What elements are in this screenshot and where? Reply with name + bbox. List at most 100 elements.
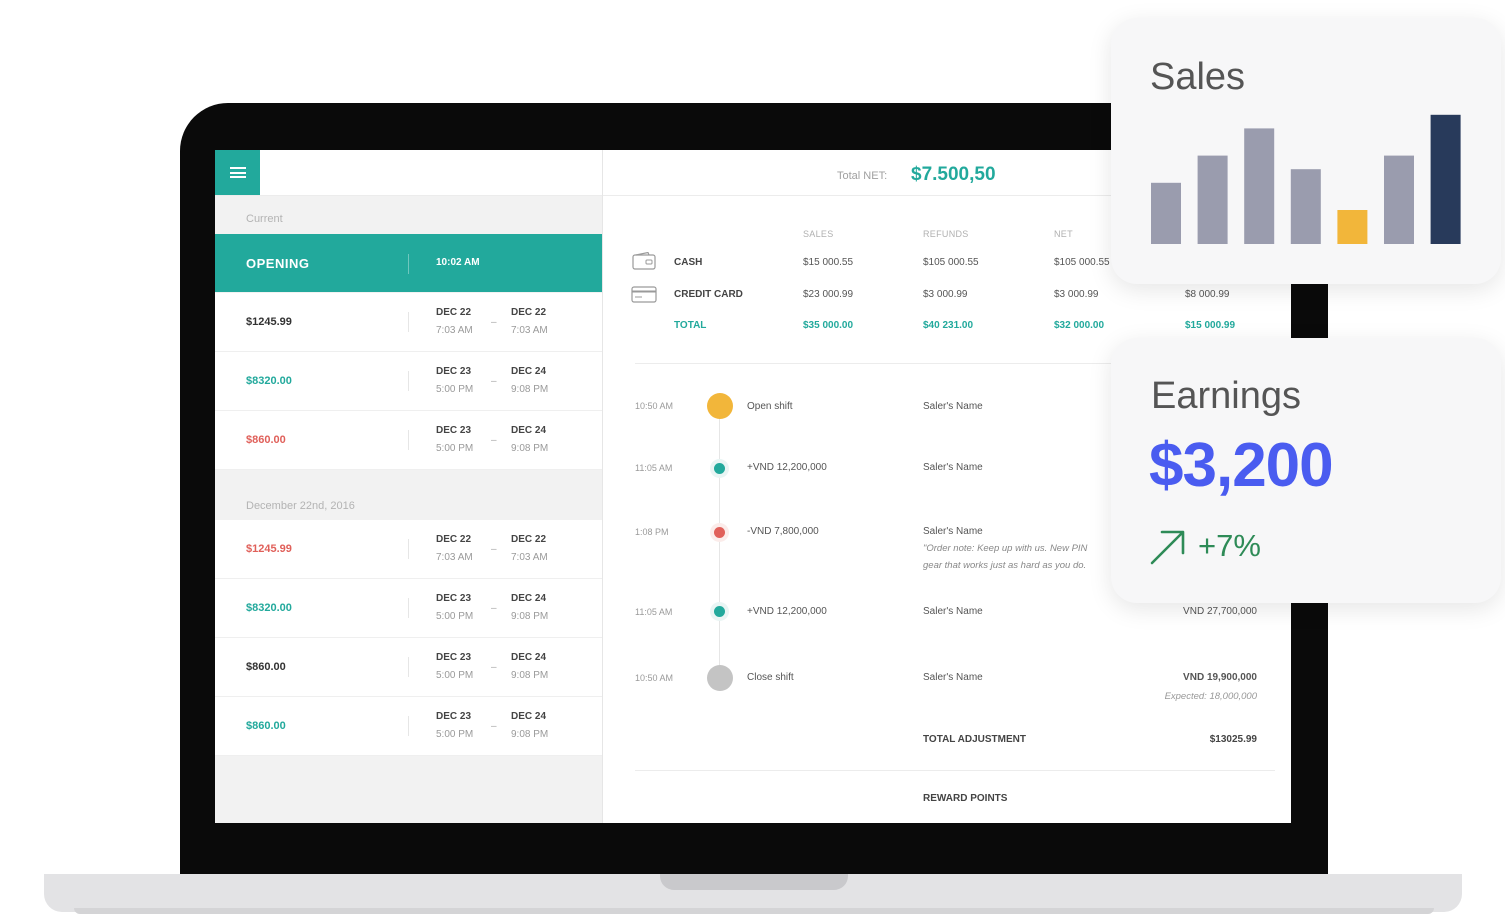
laptop-shadow [74,908,1434,914]
shift-start-date: DEC 23 [436,593,472,604]
timeline-time: 10:50 AM [635,673,674,683]
cash-in-dot [714,463,725,474]
sales-bar [1244,128,1275,244]
shift-end-date: DEC 24 [511,366,547,377]
divider [408,371,409,391]
range-dash: – [491,603,497,614]
payment-cash-label: CASH [674,257,703,268]
shift-start-time: 5:00 PM [436,384,474,395]
card-net: $3 000.99 [1054,289,1099,300]
order-note: gear that works just as hard as you do. [923,560,1087,571]
range-dash: – [491,544,497,555]
sales-bar [1384,155,1414,244]
sales-bar [1430,114,1461,244]
timeline-event: Open shift [747,401,793,412]
shift-end-time: 9:08 PM [511,729,549,740]
shift-row[interactable]: $860.00 DEC 23 5:00 PM – DEC 24 9:08 PM [215,638,602,697]
credit-card-icon [631,286,657,303]
timeline-saler: Saler's Name [923,401,983,412]
close-shift-dot [707,665,733,691]
total-net: $32 000.00 [1054,320,1105,331]
card-refunds: $3 000.99 [923,289,968,300]
sales-bar [1337,210,1368,244]
total-extra: $15 000.99 [1185,320,1236,331]
shift-row[interactable]: $1245.99 DEC 22 7:03 AM – DEC 22 7:03 AM [215,520,602,579]
col-head-sales: SALES [803,229,834,239]
timeline-event: -VND 7,800,000 [747,526,819,537]
opening-time: 10:02 AM [436,257,480,268]
reward-points-label: REWARD POINTS [923,793,1008,804]
payment-card-label: CREDIT CARD [674,289,743,300]
shift-start-date: DEC 23 [436,652,472,663]
expected-amount: Expected: 18,000,000 [1164,691,1257,702]
opening-shift-row[interactable]: OPENING 10:02 AM [215,234,602,292]
timeline-time: 11:05 AM [635,463,673,473]
timeline-event: +VND 12,200,000 [747,606,827,617]
timeline-saler: Saler's Name [923,606,983,617]
shift-row[interactable]: $860.00 DEC 23 5:00 PM – DEC 24 9:08 PM [215,697,602,756]
shift-end-date: DEC 24 [511,425,547,436]
cash-net: $105 000.55 [1054,257,1110,268]
shift-row[interactable]: $860.00 DEC 23 5:00 PM – DEC 24 9:08 PM [215,411,602,470]
col-head-net: NET [1054,229,1073,239]
divider [408,716,409,736]
shift-amount: $1245.99 [246,316,292,328]
shift-end-date: DEC 24 [511,593,547,604]
cash-out-dot [714,527,725,538]
total-net-value: $7.500,50 [911,164,996,185]
range-dash: – [491,435,497,446]
total-net-label: Total NET: [837,170,888,182]
shift-end-date: DEC 24 [511,711,547,722]
divider [408,539,409,559]
timeline-time: 1:08 PM [635,527,669,537]
shift-row[interactable]: $8320.00 DEC 23 5:00 PM – DEC 24 9:08 PM [215,352,602,411]
sales-bar-chart [1151,114,1461,244]
left-header [215,150,602,196]
shift-end-date: DEC 24 [511,652,547,663]
cash-sales: $15 000.55 [803,257,854,268]
divider [408,254,409,274]
shift-end-time: 7:03 AM [511,552,548,563]
shift-end-date: DEC 22 [511,307,547,318]
sales-card: Sales [1111,18,1501,284]
shift-start-time: 5:00 PM [436,611,474,622]
shift-amount: $1245.99 [246,543,292,555]
shift-start-time: 5:00 PM [436,443,474,454]
total-sales: $35 000.00 [803,320,854,331]
total-adjustment-value: $13025.99 [1209,734,1257,745]
divider [408,657,409,677]
shift-start-time: 7:03 AM [436,552,473,563]
card-sales: $23 000.99 [803,289,854,300]
shift-amount: $8320.00 [246,375,292,387]
sales-bar [1290,169,1321,244]
current-label: Current [246,213,283,225]
shift-start-date: DEC 23 [436,425,472,436]
total-refunds: $40 231.00 [923,320,974,331]
timeline-saler: Saler's Name [923,462,983,473]
earnings-card-title: Earnings [1151,375,1301,417]
cash-refunds: $105 000.55 [923,257,979,268]
timeline-line [719,408,720,683]
earnings-card: Earnings $3,200 +7% [1111,338,1501,603]
shift-start-date: DEC 22 [436,307,472,318]
shift-end-time: 9:08 PM [511,384,549,395]
wallet-icon [632,252,656,270]
divider [408,598,409,618]
shift-start-time: 5:00 PM [436,729,474,740]
hamburger-icon [229,167,246,178]
shift-amount: $860.00 [246,434,286,446]
shift-amount: $860.00 [246,720,286,732]
shift-row[interactable]: $8320.00 DEC 23 5:00 PM – DEC 24 9:08 PM [215,579,602,638]
shift-amount: $860.00 [246,661,286,673]
shift-row[interactable]: $1245.99 DEC 22 7:03 AM – DEC 22 7:03 AM [215,293,602,352]
earnings-value: $3,200 [1149,431,1334,500]
shift-end-time: 7:03 AM [511,325,548,336]
shift-start-date: DEC 22 [436,534,472,545]
total-label: TOTAL [674,320,707,331]
order-note: "Order note: Keep up with us. New PIN [923,543,1088,554]
earnings-change: +7% [1198,528,1261,563]
menu-button[interactable] [215,150,260,195]
divider [408,430,409,450]
timeline-event: +VND 12,200,000 [747,462,827,473]
range-dash: – [491,317,497,328]
